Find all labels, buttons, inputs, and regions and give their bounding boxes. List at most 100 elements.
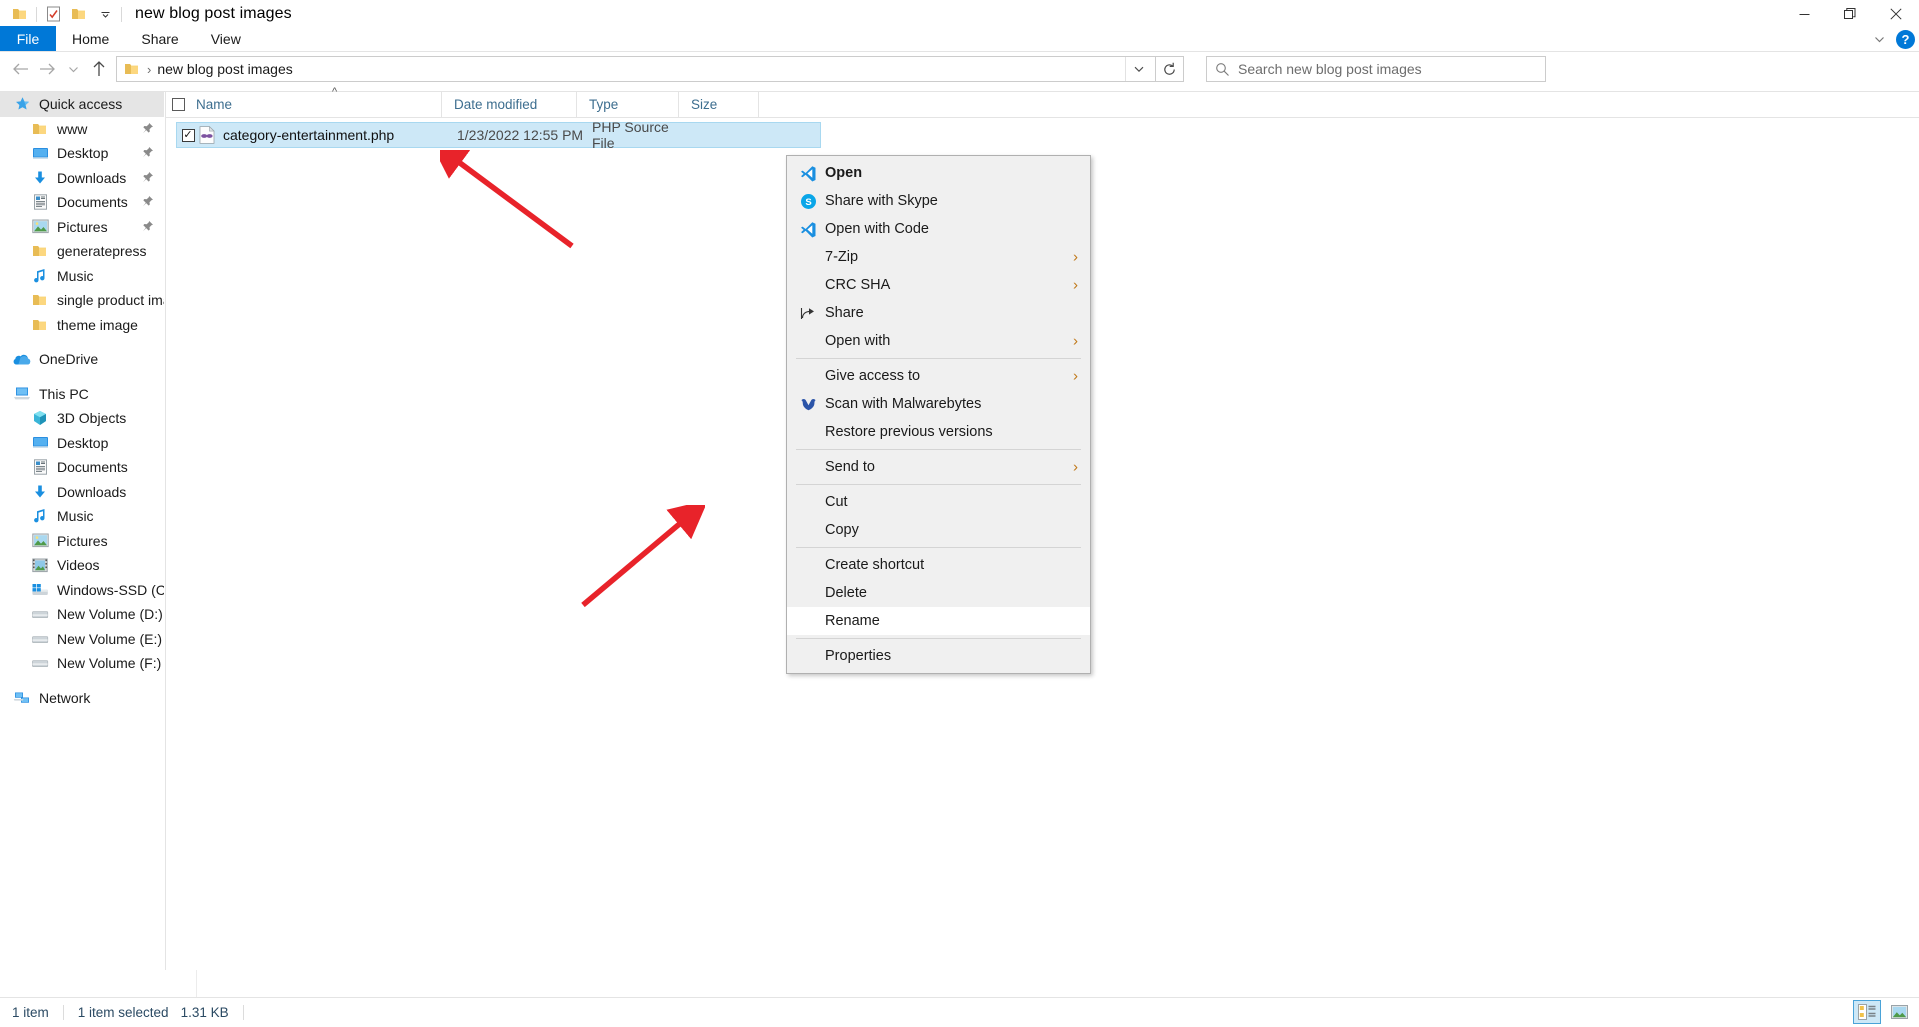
context-menu-item-open-with-code[interactable]: Open with Code xyxy=(787,215,1090,243)
windows-drive-icon xyxy=(30,583,50,597)
tab-home[interactable]: Home xyxy=(56,26,125,51)
minimize-button[interactable] xyxy=(1781,0,1827,28)
sidebar-item-pictures-qa[interactable]: Pictures xyxy=(0,215,164,240)
context-menu[interactable]: Open S Share with Skype Open with Code 7… xyxy=(786,155,1091,674)
new-folder-icon[interactable] xyxy=(66,1,92,27)
context-menu-item-restore-previous-versions-label: Restore previous versions xyxy=(825,424,993,440)
sidebar-item-new-volume-f[interactable]: New Volume (F:) xyxy=(0,651,164,676)
3d-objects-icon xyxy=(30,410,50,426)
sidebar-item-desktop-qa[interactable]: Desktop xyxy=(0,141,164,166)
breadcrumb-current-path[interactable]: new blog post images xyxy=(157,61,292,77)
breadcrumb-separator[interactable]: › xyxy=(147,62,151,77)
column-header-type[interactable]: Type xyxy=(577,91,679,118)
context-menu-item-rename[interactable]: Rename xyxy=(787,607,1090,635)
sidebar-item-3d-objects[interactable]: 3D Objects xyxy=(0,406,164,431)
status-selection-count: 1 item selected xyxy=(77,1005,169,1020)
pin-icon[interactable] xyxy=(141,220,154,236)
context-menu-item-delete[interactable]: Delete xyxy=(787,579,1090,607)
sidebar-item-downloads-qa[interactable]: Downloads xyxy=(0,166,164,191)
help-icon[interactable]: ? xyxy=(1896,29,1915,49)
table-row[interactable]: ✓ category-entertainment.php 1/23/2022 1… xyxy=(176,119,821,151)
up-button[interactable] xyxy=(86,56,112,82)
forward-button[interactable] xyxy=(34,56,60,82)
tab-view[interactable]: View xyxy=(195,26,257,51)
qat-divider-2 xyxy=(121,6,122,22)
sidebar-group-quick-access[interactable]: Quick access xyxy=(0,92,164,117)
sidebar-group-network[interactable]: Network xyxy=(0,686,164,711)
select-all-checkbox[interactable] xyxy=(171,98,185,111)
tab-file[interactable]: File xyxy=(0,26,56,51)
context-menu-item-open-with[interactable]: Open with › xyxy=(787,327,1090,355)
vscode-icon xyxy=(795,165,821,182)
onedrive-cloud-icon xyxy=(12,353,32,366)
context-menu-item-give-access-to[interactable]: Give access to › xyxy=(787,362,1090,390)
context-menu-item-share-label: Share xyxy=(825,305,864,321)
sidebar-group-onedrive[interactable]: OneDrive xyxy=(0,347,164,372)
column-select-all[interactable] xyxy=(166,92,190,118)
sidebar-item-www[interactable]: www xyxy=(0,117,164,142)
context-menu-separator xyxy=(796,484,1081,485)
properties-icon[interactable] xyxy=(40,1,66,27)
breadcrumb[interactable]: › new blog post images xyxy=(116,56,1156,82)
sidebar-item-new-volume-d[interactable]: New Volume (D:) xyxy=(0,602,164,627)
context-menu-item-copy-label: Copy xyxy=(825,522,859,538)
sidebar-item-videos[interactable]: Videos xyxy=(0,553,164,578)
maximize-restore-button[interactable] xyxy=(1827,0,1873,28)
column-header-date-modified[interactable]: Date modified xyxy=(442,91,577,118)
pin-icon[interactable] xyxy=(141,146,154,162)
sidebar-item-www-label: www xyxy=(57,120,88,137)
context-menu-item-share-with-skype[interactable]: S Share with Skype xyxy=(787,187,1090,215)
context-menu-item-cut[interactable]: Cut xyxy=(787,488,1090,516)
context-menu-item-send-to[interactable]: Send to › xyxy=(787,453,1090,481)
search-box[interactable]: Search new blog post images xyxy=(1206,56,1546,82)
context-menu-item-crc-sha[interactable]: CRC SHA › xyxy=(787,271,1090,299)
row-checkbox-cell[interactable]: ✓ xyxy=(177,128,199,142)
sidebar-item-music-pc[interactable]: Music xyxy=(0,504,164,529)
sidebar-item-downloads-pc[interactable]: Downloads xyxy=(0,480,164,505)
recent-locations-button[interactable] xyxy=(60,56,86,82)
address-dropdown-chevron-icon[interactable] xyxy=(1125,57,1151,81)
large-icons-view-button[interactable] xyxy=(1885,1000,1913,1024)
customize-qat-chevron-icon[interactable] xyxy=(92,1,118,27)
column-header-name[interactable]: ^ Name xyxy=(190,86,442,118)
context-menu-item-copy[interactable]: Copy xyxy=(787,516,1090,544)
refresh-button[interactable] xyxy=(1156,56,1184,82)
context-menu-item-share[interactable]: Share xyxy=(787,299,1090,327)
system-menu-folder-icon[interactable] xyxy=(7,1,33,27)
sidebar-item-pictures-pc[interactable]: Pictures xyxy=(0,529,164,554)
context-menu-item-create-shortcut[interactable]: Create shortcut xyxy=(787,551,1090,579)
file-name-cell[interactable]: category-entertainment.php xyxy=(199,126,451,144)
sidebar-item-music-qa[interactable]: Music xyxy=(0,264,164,289)
sidebar-item-theme-image[interactable]: theme image xyxy=(0,313,164,338)
context-menu-item-give-access-to-label: Give access to xyxy=(825,368,921,384)
column-header-size[interactable]: Size xyxy=(679,91,759,118)
sidebar-item-windows-ssd-c[interactable]: Windows-SSD (C:) xyxy=(0,578,164,603)
back-button[interactable] xyxy=(8,56,34,82)
collapse-ribbon-chevron-icon[interactable] xyxy=(1873,33,1886,46)
drive-icon xyxy=(30,657,50,669)
close-button[interactable] xyxy=(1873,0,1919,28)
details-view-button[interactable] xyxy=(1853,1000,1881,1024)
tab-file-label: File xyxy=(16,30,40,47)
navigation-pane[interactable]: Quick access www Desktop Downloads Docum… xyxy=(0,92,164,970)
sidebar-item-new-volume-e[interactable]: New Volume (E:) xyxy=(0,627,164,652)
context-menu-item-7-zip[interactable]: 7-Zip › xyxy=(787,243,1090,271)
sidebar-item-documents-pc[interactable]: Documents xyxy=(0,455,164,480)
pin-icon[interactable] xyxy=(141,122,154,138)
folder-icon xyxy=(30,292,50,308)
sidebar-group-network-label: Network xyxy=(39,689,91,706)
sidebar-item-documents-qa[interactable]: Documents xyxy=(0,190,164,215)
tab-share[interactable]: Share xyxy=(125,26,194,51)
sidebar-item-desktop-pc[interactable]: Desktop xyxy=(0,431,164,456)
context-menu-item-properties[interactable]: Properties xyxy=(787,642,1090,670)
context-menu-item-share-with-skype-label: Share with Skype xyxy=(825,193,938,209)
pin-icon[interactable] xyxy=(141,195,154,211)
context-menu-item-restore-previous-versions[interactable]: Restore previous versions xyxy=(787,418,1090,446)
sidebar-group-this-pc[interactable]: This PC xyxy=(0,382,164,407)
row-checkbox[interactable]: ✓ xyxy=(181,128,195,142)
sidebar-item-single-product-image[interactable]: single product imag xyxy=(0,288,164,313)
pin-icon[interactable] xyxy=(141,171,154,187)
context-menu-item-open[interactable]: Open xyxy=(787,159,1090,187)
sidebar-item-generatepress[interactable]: generatepress xyxy=(0,239,164,264)
context-menu-item-scan-with-malwarebytes[interactable]: Scan with Malwarebytes xyxy=(787,390,1090,418)
